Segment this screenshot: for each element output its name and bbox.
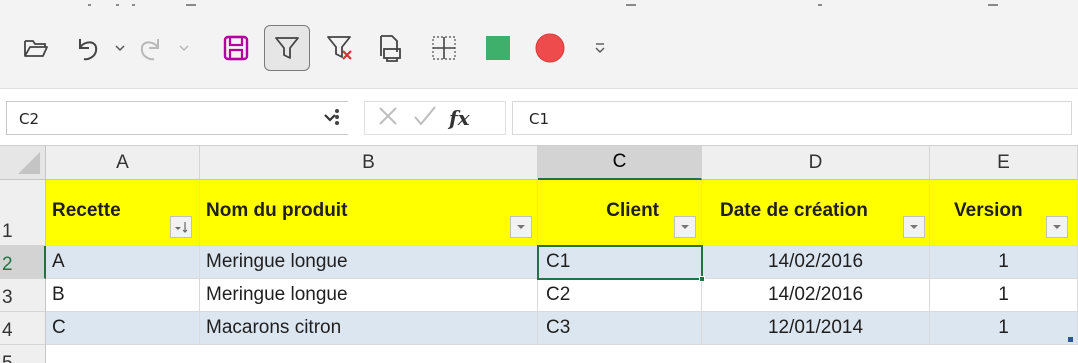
customize-toolbar-icon	[595, 43, 605, 53]
empty-row[interactable]	[46, 345, 1078, 363]
table-cell[interactable]: C1	[538, 246, 702, 279]
table-cell[interactable]: 14/02/2016	[702, 246, 930, 279]
undo-icon	[79, 39, 98, 61]
ribbon-mark	[818, 4, 822, 6]
save-button[interactable]	[216, 25, 256, 71]
row-header-2[interactable]: 2	[0, 246, 46, 279]
splitter-dots-icon	[335, 109, 339, 125]
filter-dropdown-client[interactable]	[674, 216, 696, 238]
chevron-down-icon	[681, 225, 689, 229]
close-icon	[379, 106, 397, 125]
name-box[interactable]: C2	[6, 101, 348, 135]
table-cell[interactable]: C3	[538, 312, 702, 345]
redo-dropdown[interactable]	[176, 25, 192, 71]
column-header-d[interactable]: D	[702, 146, 930, 180]
row-header-5[interactable]: 5	[0, 345, 46, 363]
name-box-value: C2	[19, 110, 40, 128]
print-preview-icon	[380, 35, 401, 62]
table-cell[interactable]: 1	[930, 246, 1078, 279]
filter-dropdown-date-de-creation[interactable]	[903, 216, 925, 238]
print-preview-button[interactable]	[372, 25, 408, 71]
table-cell[interactable]: C2	[538, 279, 702, 312]
borders-button[interactable]	[426, 25, 462, 71]
quick-access-toolbar	[0, 14, 1078, 88]
formula-buttons: fx	[364, 101, 506, 135]
open-icon	[24, 40, 48, 57]
ribbon-remnant	[0, 0, 1078, 14]
header-label: Recette	[52, 200, 121, 221]
header-cell-nom-du-produit[interactable]: Nom du produit	[200, 180, 538, 246]
borders-icon	[432, 36, 456, 60]
fill-green-button[interactable]	[478, 25, 518, 71]
ribbon-mark	[88, 4, 91, 6]
ribbon-mark	[626, 4, 636, 6]
chevron-down-icon	[910, 225, 918, 229]
column-header-c[interactable]: C	[538, 146, 702, 180]
formula-bar-splitter[interactable]	[334, 107, 340, 132]
undo-dropdown[interactable]	[112, 25, 128, 71]
select-all-triangle-icon	[18, 152, 40, 174]
table-cell[interactable]: Meringue longue	[200, 279, 538, 312]
confirm-entry-button[interactable]	[413, 105, 437, 132]
cancel-entry-button[interactable]	[377, 105, 399, 132]
red-circle-icon	[535, 33, 565, 63]
green-square-icon	[486, 36, 510, 60]
insert-function-button[interactable]: fx	[449, 106, 470, 130]
ribbon-mark	[132, 4, 135, 6]
row-header-1[interactable]: 1	[0, 180, 46, 246]
chevron-down-icon	[517, 225, 525, 229]
checkmark-icon	[414, 105, 436, 126]
customize-toolbar-button[interactable]	[588, 25, 612, 71]
formula-input[interactable]: C1	[512, 101, 1072, 135]
header-label: Version	[954, 200, 1023, 221]
filter-dropdown-recette[interactable]	[170, 216, 192, 238]
column-header-b[interactable]: B	[200, 146, 538, 180]
filter-icon	[275, 37, 299, 59]
open-button[interactable]	[16, 25, 56, 71]
column-header-a[interactable]: A	[46, 146, 200, 180]
table-cell[interactable]: 12/01/2014	[702, 312, 930, 345]
filter-dropdown-nom-du-produit[interactable]	[510, 216, 532, 238]
ribbon-mark	[988, 4, 998, 6]
chevron-down-icon	[115, 45, 125, 52]
table-cell[interactable]: 1	[930, 312, 1078, 345]
select-all-corner[interactable]	[0, 146, 46, 180]
table-cell[interactable]: Macarons citron	[200, 312, 538, 345]
header-cell-date-de-creation[interactable]: Date de création	[702, 180, 930, 246]
clear-filter-icon	[327, 36, 352, 60]
clear-filter-button[interactable]	[320, 25, 360, 71]
column-header-e[interactable]: E	[930, 146, 1078, 180]
sort-filter-icon	[175, 222, 188, 233]
save-icon	[223, 35, 249, 61]
table-cell[interactable]: 14/02/2016	[702, 279, 930, 312]
table-cell[interactable]: 1	[930, 279, 1078, 312]
ribbon-mark	[186, 4, 196, 6]
redo-icon	[140, 39, 159, 61]
header-label: Nom du produit	[206, 200, 348, 221]
redo-button[interactable]	[134, 25, 168, 71]
row-header-4[interactable]: 4	[0, 312, 46, 345]
row-header-3[interactable]: 3	[0, 279, 46, 312]
table-cell[interactable]: Meringue longue	[200, 246, 538, 279]
fill-red-button[interactable]	[530, 25, 570, 71]
table-resize-handle[interactable]	[1068, 337, 1073, 342]
chevron-down-icon	[1053, 225, 1061, 229]
spreadsheet-grid: A B C D E 1 2 3 4 5 Recette Nom du produ…	[0, 146, 1078, 363]
chevron-down-icon	[179, 45, 189, 52]
filter-button[interactable]	[264, 25, 310, 71]
formula-input-value: C1	[529, 110, 550, 128]
formula-bar: C2 fx C1	[0, 88, 1078, 146]
filter-dropdown-version[interactable]	[1046, 216, 1068, 238]
table-cell[interactable]: B	[46, 279, 200, 312]
header-label: Client	[606, 200, 659, 221]
undo-button[interactable]	[70, 25, 104, 71]
header-label: Date de création	[720, 200, 868, 221]
ribbon-mark	[116, 4, 119, 6]
table-cell[interactable]: C	[46, 312, 200, 345]
table-cell[interactable]: A	[46, 246, 200, 279]
